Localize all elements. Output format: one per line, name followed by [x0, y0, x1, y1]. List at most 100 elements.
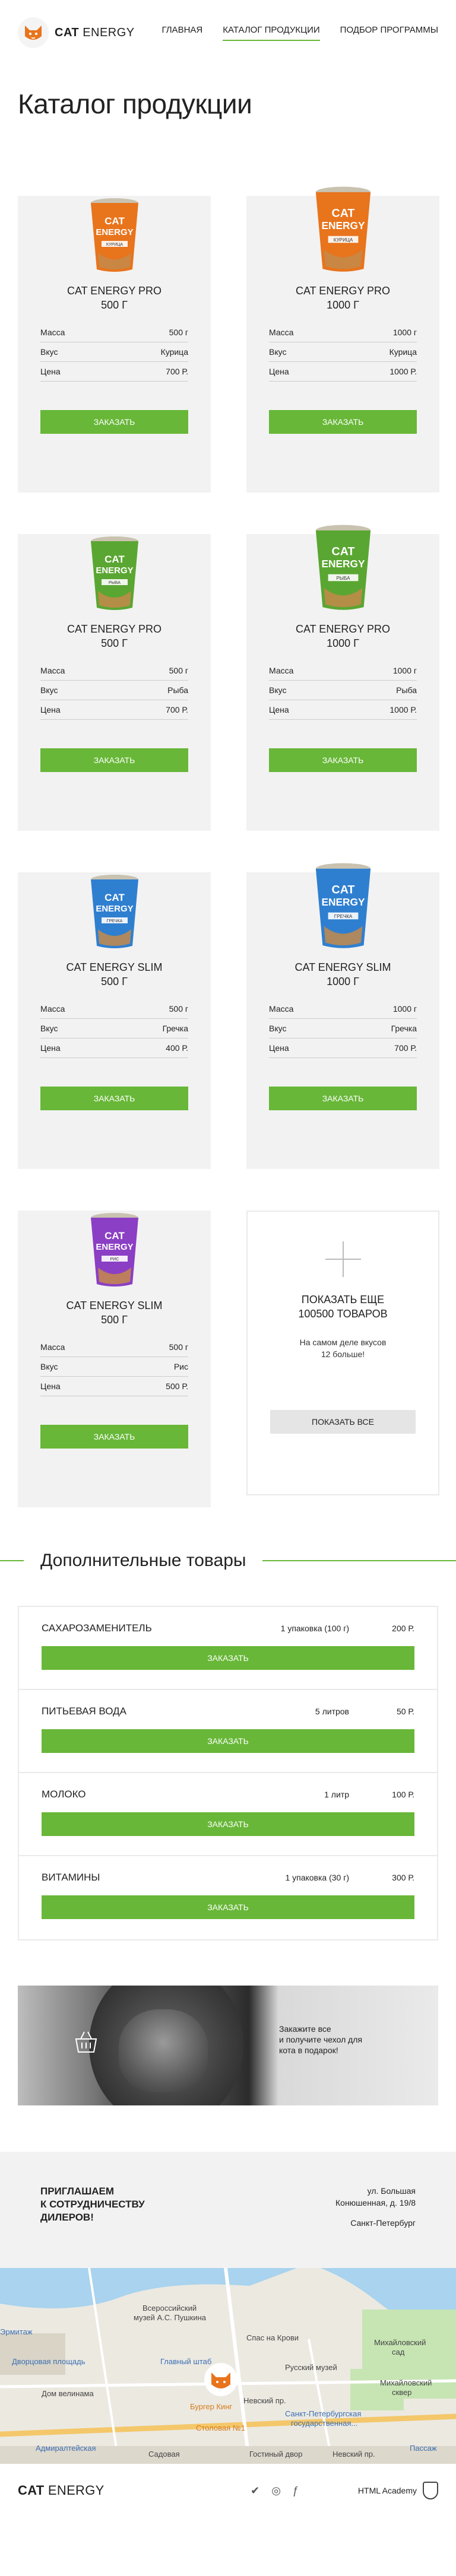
basket-icon	[75, 2031, 97, 2053]
order-button[interactable]: ЗАКАЗАТЬ	[269, 410, 417, 434]
product-specs: Масса 500 г Вкус Курица Цена 700 Р.	[40, 323, 188, 382]
map-label: Михайловский	[380, 2378, 432, 2387]
vk-icon[interactable]: ✔	[251, 2485, 259, 2497]
spec-row-taste: Вкус Курица	[269, 342, 417, 362]
spec-label: Вкус	[269, 1024, 287, 1033]
svg-text:CAT: CAT	[331, 545, 354, 558]
extra-order-button[interactable]: ЗАКАЗАТЬ	[42, 1895, 414, 1919]
spec-row-price: Цена 400 Р.	[40, 1038, 188, 1058]
extra-price: 100 Р.	[392, 1790, 414, 1799]
academy-link[interactable]: HTML Academy	[358, 2482, 438, 2499]
extra-pack: 1 упаковка (100 г)	[280, 1624, 349, 1633]
spec-value: Рыба	[396, 685, 417, 695]
spec-row-taste: Вкус Гречка	[40, 1019, 188, 1038]
spec-row-taste: Вкус Рыба	[40, 681, 188, 700]
spec-row-price: Цена 1000 Р.	[269, 362, 417, 382]
spec-value: 1000 г	[392, 666, 417, 675]
spec-value: Гречка	[391, 1024, 417, 1033]
spec-label: Вкус	[40, 1024, 58, 1033]
product-image: CAT ENERGY РИС	[40, 1169, 188, 1288]
product-card: CAT ENERGY КУРИЦА CAT ENERGY PRO 500 г Мас…	[18, 154, 211, 493]
product-title: CAT ENERGY PRO 500 г	[40, 622, 188, 655]
spec-label: Масса	[269, 328, 294, 337]
product-pack-image: CATENERGY КУРИЦА	[90, 198, 138, 272]
site-footer: CAT ENERGY ✔ ◎ ƒ HTML Academy	[0, 2464, 456, 2517]
cat-photo	[119, 2009, 208, 2092]
map-label: Эрмитаж	[0, 2327, 33, 2336]
order-button[interactable]: ЗАКАЗАТЬ	[269, 748, 417, 772]
show-more-text-line: 12 больше!	[321, 1349, 365, 1359]
product-pack-image: CATENERGY ГРЕЧКА	[90, 875, 138, 948]
site-logo[interactable]: CAT ENERGY	[18, 17, 135, 48]
extra-order-button[interactable]: ЗАКАЗАТЬ	[42, 1646, 414, 1670]
spec-row-mass: Масса 500 г	[40, 999, 188, 1019]
product-title-weight: 500 г	[101, 1314, 128, 1326]
spec-value: 500 г	[169, 666, 188, 675]
nav-link-catalog[interactable]: КАТАЛОГ ПРОДУКЦИИ	[223, 25, 320, 41]
nav-link-home[interactable]: ГЛАВНАЯ	[162, 25, 202, 41]
spec-label: Масса	[269, 1004, 294, 1014]
extra-order-button[interactable]: ЗАКАЗАТЬ	[42, 1729, 414, 1753]
product-title-weight: 500 г	[101, 299, 128, 311]
product-title-name: CAT ENERGY PRO	[295, 623, 391, 635]
spec-label: Масса	[40, 1004, 65, 1014]
extra-order-button[interactable]: ЗАКАЗАТЬ	[42, 1812, 414, 1836]
product-title-name: CAT ENERGY SLIM	[66, 961, 163, 973]
svg-text:КУРИЦА: КУРИЦА	[333, 237, 353, 243]
product-image: CAT ENERGY КУРИЦА	[40, 154, 188, 273]
spec-label: Цена	[40, 1043, 61, 1053]
extra-price: 300 Р.	[392, 1873, 414, 1882]
instagram-icon[interactable]: ◎	[271, 2485, 281, 2497]
show-more-text: На самом деле вкусов 12 больше!	[270, 1336, 416, 1360]
product-card: CAT ENERGY ГРЕЧКА CAT ENERGY SLIM 500 г Ма…	[18, 831, 211, 1169]
svg-text:ГРЕЧКА: ГРЕЧКА	[106, 919, 122, 923]
spec-value: Гречка	[162, 1024, 188, 1033]
product-pack-image: CATENERGY РЫБА	[90, 536, 138, 610]
product-specs: Масса 1000 г Вкус Курица Цена 1000 Р.	[269, 323, 417, 382]
spec-row-price: Цена 700 Р.	[269, 1038, 417, 1058]
order-button[interactable]: ЗАКАЗАТЬ	[269, 1087, 417, 1110]
svg-text:ENERGY: ENERGY	[321, 558, 365, 570]
product-image: CAT ENERGY ГРЕЧКА	[40, 831, 188, 949]
map[interactable]: Всероссийский музей А.С. Пушкина Спас на…	[0, 2268, 456, 2464]
svg-text:ENERGY: ENERGY	[321, 896, 365, 908]
product-specs: Масса 500 г Вкус Гречка Цена 400 Р.	[40, 999, 188, 1058]
promo-line: кота в подарок!	[279, 2045, 338, 2055]
facebook-icon[interactable]: ƒ	[293, 2485, 299, 2497]
map-label: Михайловский	[374, 2338, 426, 2347]
product-card: CAT ENERGY ГРЕЧКА CAT ENERGY SLIM 1000 г М…	[246, 831, 439, 1169]
spec-row-mass: Масса 500 г	[40, 661, 188, 681]
product-title: CAT ENERGY SLIM 1000 г	[269, 960, 417, 993]
spec-label: Масса	[40, 328, 65, 337]
spec-value: Рыба	[167, 685, 188, 695]
order-button[interactable]: ЗАКАЗАТЬ	[40, 1087, 188, 1110]
svg-text:CAT: CAT	[104, 892, 125, 903]
footer-logo-light: ENERGY	[48, 2483, 104, 2498]
spec-row-mass: Масса 1000 г	[269, 661, 417, 681]
spec-value: Курица	[389, 347, 417, 357]
map-pin-icon	[204, 2363, 238, 2396]
footer-logo[interactable]: CAT ENERGY	[18, 2483, 104, 2498]
order-button[interactable]: ЗАКАЗАТЬ	[40, 1425, 188, 1449]
main-nav: ГЛАВНАЯ КАТАЛОГ ПРОДУКЦИИ ПОДБОР ПРОГРАМ…	[162, 25, 438, 41]
svg-text:РЫБА: РЫБА	[109, 581, 121, 585]
svg-text:РЫБА: РЫБА	[336, 576, 350, 581]
product-title-weight: 1000 г	[327, 637, 359, 649]
svg-text:ENERGY: ENERGY	[96, 227, 133, 237]
order-button[interactable]: ЗАКАЗАТЬ	[40, 410, 188, 434]
nav-link-program[interactable]: ПОДБОР ПРОГРАММЫ	[340, 25, 438, 41]
svg-text:ENERGY: ENERGY	[96, 1242, 133, 1252]
extra-name: МОЛОКО	[42, 1789, 86, 1800]
svg-text:CAT: CAT	[104, 554, 125, 565]
extras-heading: Дополнительные товары	[0, 1549, 456, 1573]
svg-text:CAT: CAT	[104, 1230, 125, 1241]
product-title-name: CAT ENERGY PRO	[66, 285, 162, 297]
product-title-weight: 500 г	[101, 637, 128, 649]
svg-text:CAT: CAT	[331, 207, 354, 220]
order-button[interactable]: ЗАКАЗАТЬ	[40, 748, 188, 772]
map-label: Санкт-Петербургская	[285, 2409, 362, 2418]
dealers-section: ПРИГЛАШАЕМ К СОТРУДНИЧЕСТВУ ДИЛЕРОВ! ул.…	[0, 2152, 456, 2268]
spec-label: Вкус	[269, 347, 287, 357]
show-all-button[interactable]: ПОКАЗАТЬ ВСЕ	[270, 1410, 416, 1434]
dealers-title-line: ПРИГЛАШАЕМ	[40, 2186, 115, 2197]
